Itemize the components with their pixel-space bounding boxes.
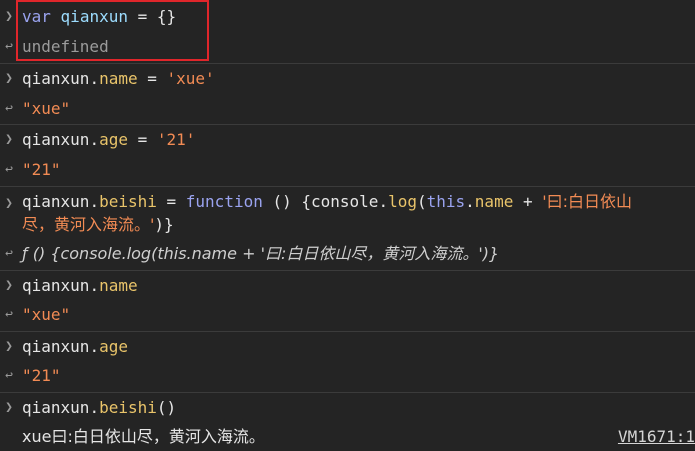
result-arrow-icon: ↩ (5, 39, 13, 54)
console-output-line: ↩ "21" (0, 155, 695, 185)
object-name: qianxun (22, 130, 90, 149)
operator: + (513, 192, 543, 211)
call-parens: () (156, 398, 177, 417)
output-value: "xue" (22, 99, 71, 118)
code-fragment: . (465, 192, 475, 211)
result-arrow-icon: ↩ (5, 368, 13, 383)
keyword-this: this (426, 192, 466, 211)
console-input-line[interactable]: ❯ qianxun.beishi() (0, 392, 695, 423)
object-name: qianxun (22, 192, 90, 211)
chevron-right-icon: ❯ (5, 132, 13, 147)
chevron-right-icon: ❯ (5, 9, 13, 24)
console-input-line[interactable]: ❯ qianxun.name (0, 270, 695, 301)
log-message: xue曰:白日依山尽，黄河入海流。 (22, 427, 265, 446)
console-input-line[interactable]: ❯ qianxun. beishi = function () {console.… (0, 186, 695, 239)
keyword-function: function (185, 192, 263, 211)
console-output-line: ↩ "xue" (0, 300, 695, 330)
string-value: 'xue' (166, 69, 215, 88)
console-log-line: xue曰:白日依山尽，黄河入海流。 VM1671:1 (0, 422, 695, 451)
chevron-right-icon: ❯ (5, 278, 13, 293)
object-name: qianxun (22, 337, 90, 356)
code-fragment: )} (154, 215, 174, 234)
property-name: name (99, 276, 138, 295)
source-link[interactable]: VM1671:1 (618, 427, 695, 447)
object-name: qianxun (22, 398, 90, 417)
method-name: log (388, 192, 417, 211)
operator: = (156, 192, 186, 211)
output-value: "21" (22, 366, 61, 385)
console-output-line: ↩ "xue" (0, 94, 695, 124)
property-name: beishi (99, 398, 157, 417)
code-fragment: () {console. (262, 192, 389, 211)
chevron-right-icon: ❯ (5, 400, 13, 415)
output-function: ƒ () {console.log(this.name + '曰:白日依山尽，黄… (22, 244, 500, 263)
result-arrow-icon: ↩ (5, 246, 13, 261)
property-name: beishi (99, 192, 157, 211)
object-name: qianxun (22, 69, 90, 88)
console-input-line[interactable]: ❯ qianxun.age (0, 331, 695, 362)
console-input-line[interactable]: ❯ qianxun.age = '21' (0, 124, 695, 155)
property-name: age (99, 337, 128, 356)
string-value: '21' (156, 130, 196, 149)
devtools-console: ❯ var qianxun = {} ↩ undefined ❯ qianxun… (0, 0, 695, 451)
chevron-right-icon: ❯ (5, 196, 13, 211)
code-fragment: ( (416, 192, 427, 211)
console-input-line[interactable]: ❯ qianxun.name = 'xue' (0, 63, 695, 94)
property-name: name (474, 192, 514, 211)
operator: = (127, 130, 157, 149)
result-arrow-icon: ↩ (5, 101, 13, 116)
console-output-line: ↩ ƒ () {console.log(this.name + '曰:白日依山尽… (0, 239, 695, 269)
object-name: qianxun (22, 276, 90, 295)
string-value: '曰:白日依山 (542, 192, 633, 211)
property-name: name (99, 69, 138, 88)
highlight-box (16, 0, 209, 61)
console-output-line: ↩ "21" (0, 361, 695, 391)
operator: = (137, 69, 167, 88)
output-value: "xue" (22, 305, 71, 324)
output-value: "21" (22, 160, 61, 179)
result-arrow-icon: ↩ (5, 307, 13, 322)
result-arrow-icon: ↩ (5, 162, 13, 177)
chevron-right-icon: ❯ (5, 339, 13, 354)
property-name: age (99, 130, 128, 149)
chevron-right-icon: ❯ (5, 71, 13, 86)
string-value: 尽，黄河入海流。' (22, 215, 155, 234)
